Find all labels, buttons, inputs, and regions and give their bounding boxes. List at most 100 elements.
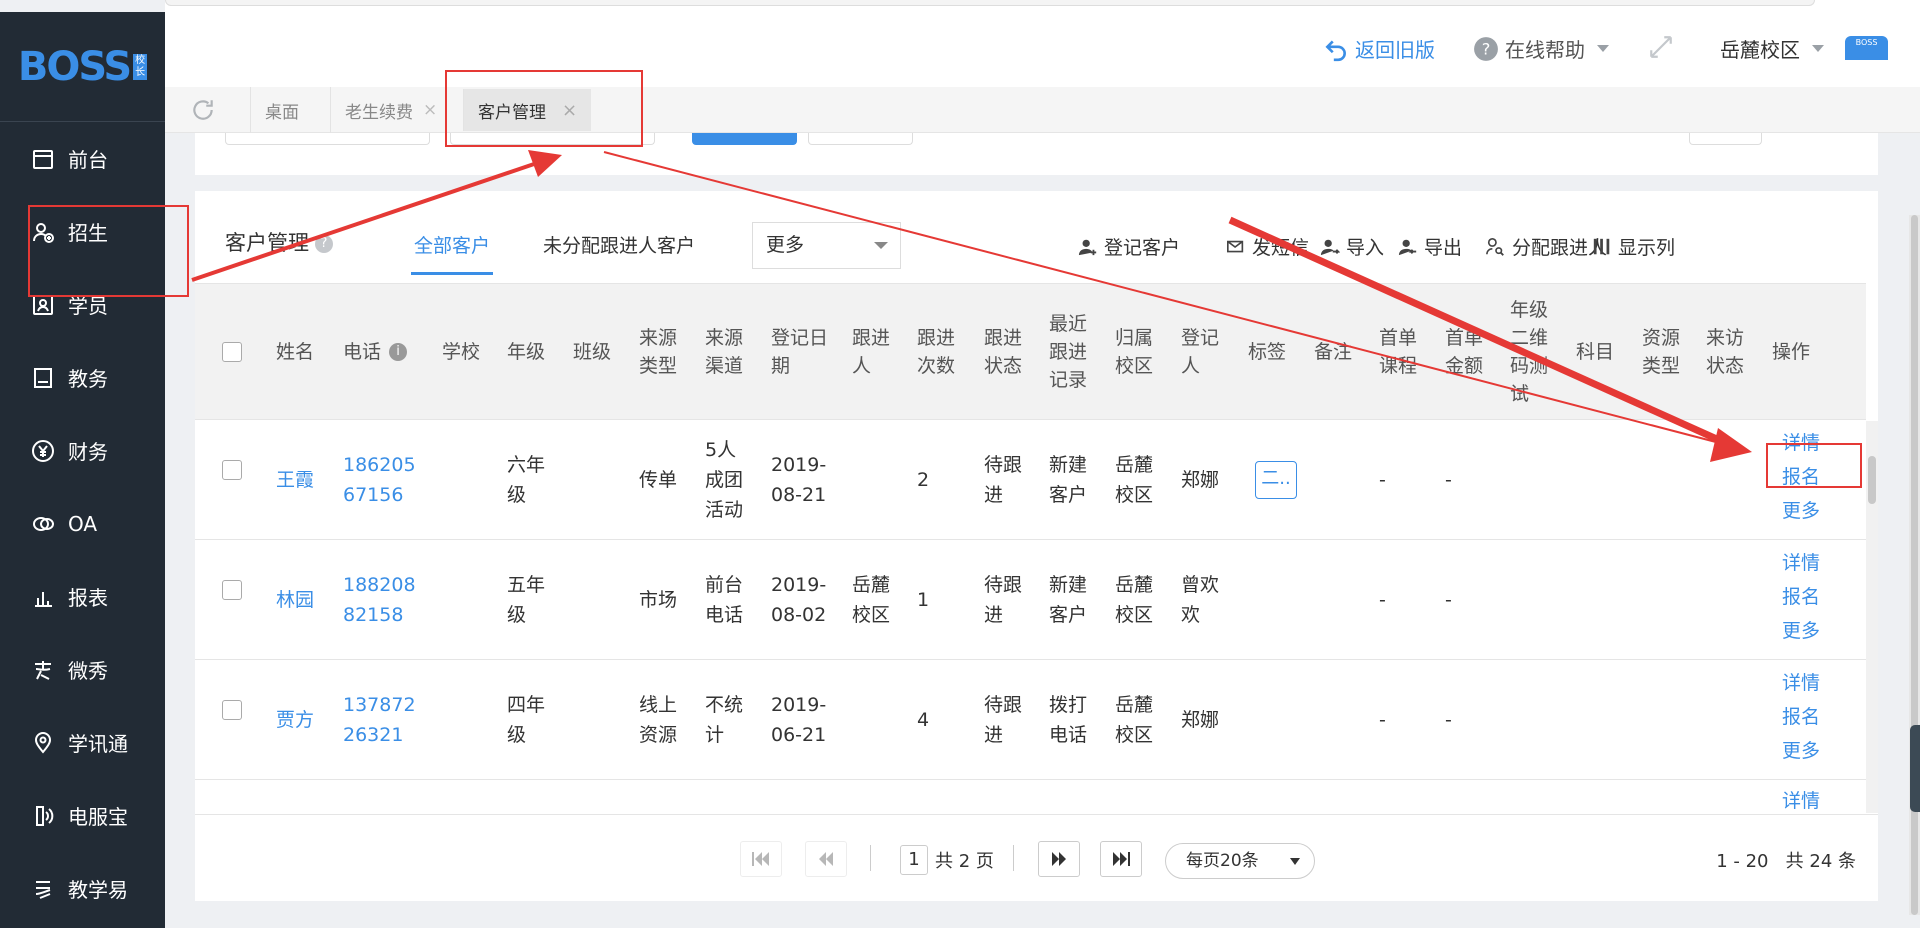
cell-first_amount: - [1445,465,1452,495]
last-page-button[interactable] [1100,841,1142,877]
more-select-value: 更多 [766,234,805,256]
sidebar-item-0[interactable]: 前台 [0,122,165,195]
tag-badge[interactable]: 二.. [1255,461,1297,499]
online-help-menu[interactable]: ? 在线帮助 [1473,34,1609,63]
filter-input[interactable] [225,133,430,145]
sidebar-item-8[interactable]: 学讯通 [0,706,165,779]
next-page-icon [1052,852,1066,866]
action-user-add-button[interactable]: 登记客户 [1078,233,1180,260]
cell-status: 待跟进 [984,690,1022,750]
refresh-icon[interactable] [190,97,216,123]
tab-unassigned-customers[interactable]: 未分配跟进人客户 [543,231,695,258]
cell-date: 2019- 08-02 [771,570,826,630]
column-header-line: 渠道 [705,355,744,377]
cell-name[interactable]: 贾方 [276,705,314,735]
cell-phone[interactable]: 137872 26321 [343,690,416,750]
fullscreen-button[interactable] [1648,34,1680,60]
more-link[interactable]: 更多 [1782,494,1820,528]
detail-link[interactable]: 详情 [1782,784,1820,814]
cell-line: - [1379,709,1386,731]
help-icon[interactable]: ? [315,235,333,253]
cell-registrar: 郑娜 [1181,705,1219,735]
table-row[interactable]: 贾方 137872 26321 四年级线上 资源 不统计 2019- 06-21 4 待跟进拨打电… [195,660,1866,780]
detail-link[interactable]: 详情 [1782,666,1820,700]
per-page-select[interactable]: 每页20条 [1165,843,1315,879]
cell-first_course: - [1379,465,1386,495]
tab-all-customers[interactable]: 全部客户 [411,231,494,275]
action-export-button[interactable]: 导出 [1398,233,1462,260]
signup-link[interactable]: 报名 [1782,580,1820,614]
column-header-line: 码测 [1510,355,1549,377]
action-assign-button[interactable]: 分配跟进人 [1486,233,1607,260]
action-message-button[interactable]: 发短信 [1226,233,1309,260]
tab-renewal[interactable]: 老生续费 × [330,87,451,133]
detail-link[interactable]: 详情 [1782,546,1820,580]
column-header: 来访 状态 [1706,324,1744,380]
close-icon[interactable]: × [423,100,437,120]
cell-line: 郑娜 [1181,469,1220,491]
cell-line: 26321 [343,724,404,746]
cell-phone[interactable]: 186205 67156 [343,450,416,510]
filter-toggle-button[interactable] [1689,133,1762,145]
column-header-line: 期 [771,355,791,377]
pagination: 1 共 2 页 每页20条 1 - 20 共 24 条 [195,814,1878,901]
next-page-button[interactable] [1038,841,1080,877]
campus-switcher[interactable]: 岳麓校区 [1720,34,1824,63]
browser-strip [165,0,1920,12]
action-import-button[interactable]: 导入 [1320,233,1384,260]
column-header-line: 登记日 [771,327,829,349]
cell-name[interactable]: 王霞 [276,465,314,495]
cell-count: 1 [917,585,929,615]
info-icon[interactable]: i [389,343,408,361]
select-all-checkbox[interactable] [222,342,242,362]
cell-name[interactable]: 林园 [276,585,314,615]
cell-campus: 岳麓 校区 [1115,570,1153,630]
row-checkbox[interactable] [222,460,242,480]
row-checkbox[interactable] [222,580,242,600]
scrollbar-thumb[interactable] [1868,456,1876,504]
page-title-text: 客户管理 [225,231,309,255]
back-old-version-link[interactable]: 返回旧版 [1323,34,1435,63]
page-number-input[interactable]: 1 [900,845,928,875]
sidebar-item-5[interactable]: OA [0,487,165,560]
action-columns-button[interactable]: 显示列 [1592,233,1675,260]
sidebar-item-4[interactable]: 财务 [0,414,165,487]
sidebar-item-3[interactable]: 教务 [0,341,165,414]
row-checkbox[interactable] [222,700,242,720]
signup-link[interactable]: 报名 [1782,700,1820,734]
more-link[interactable]: 更多 [1782,614,1820,648]
cell-line: 级 [507,604,527,626]
cell-line: 王霞 [276,469,315,491]
column-header-line: 状态 [1706,355,1745,377]
column-header: 来源 类型 [639,324,677,380]
side-widget[interactable] [1910,725,1920,812]
table-row[interactable]: 159466来电2019-待跟新建岳麓详情 [195,780,1866,814]
search-button[interactable] [692,133,797,145]
cell-line: 成团 [705,469,744,491]
more-link[interactable]: 更多 [1782,734,1820,768]
more-select[interactable]: 更多 [752,222,901,269]
column-header: 最近 跟进 记录 [1049,310,1087,394]
cell-line: 电话 [1049,724,1088,746]
sidebar-item-7[interactable]: 微秀 [0,633,165,706]
tab-desktop[interactable]: 桌面 [250,87,313,133]
cell-first_amount: - [1445,585,1452,615]
sidebar-item-9[interactable]: 电服宝 [0,779,165,852]
avatar-text: BOSS [1855,38,1878,47]
column-header-line: 跟进 [917,327,956,349]
table-row[interactable]: 王霞 186205 67156 六年级传单 5人 成团 活动 2019- 08-21 2 待跟进新建… [195,420,1866,540]
column-header-line: 学校 [442,341,481,363]
prev-page-button[interactable] [805,841,847,877]
cell-phone[interactable]: 188208 82158 [343,570,416,630]
table-scrollbar[interactable] [1866,421,1878,813]
sidebar-item-10[interactable]: 教学易 [0,852,165,925]
sidebar-item-label: 教学易 [68,878,128,902]
cell-line: 活动 [705,499,744,521]
first-page-button[interactable] [740,841,782,877]
table-row[interactable]: 林园 188208 82158 五年级 市场 前台 电话 2019- 08-02 岳麓 校区 1 待跟进… [195,540,1866,660]
sidebar-item-6[interactable]: 报表 [0,560,165,633]
cell-line: 2019- [771,694,827,716]
avatar[interactable]: BOSS [1845,36,1888,60]
reset-button[interactable] [808,133,913,145]
easy-icon [30,876,56,902]
